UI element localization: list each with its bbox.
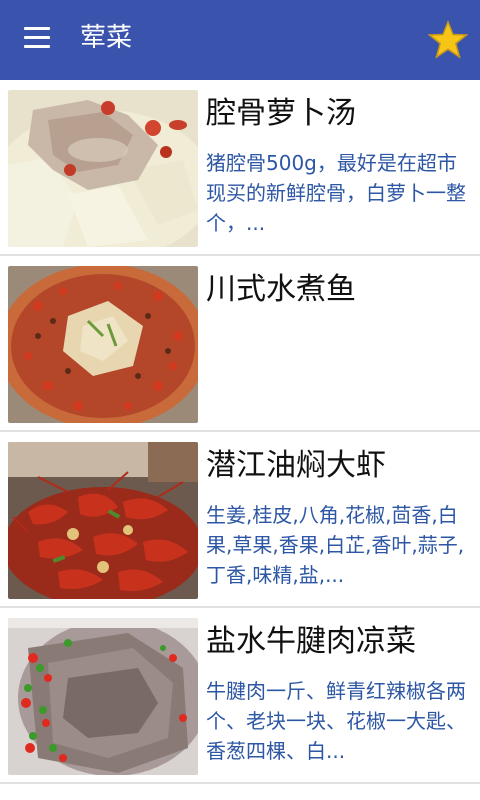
dish-description: 牛腱肉一斤、鲜青红辣椒各两个、老块一块、花椒一大匙、香葱四棵、白...: [206, 679, 466, 763]
dish-list: 腔骨萝卜汤 猪腔骨500g，最好是在超市现买的新鲜腔骨，白萝卜一整个，... 川…: [0, 80, 480, 784]
dish-image: [8, 90, 198, 247]
list-item[interactable]: 腔骨萝卜汤 猪腔骨500g，最好是在超市现买的新鲜腔骨，白萝卜一整个，...: [0, 80, 480, 256]
dish-name: 盐水牛腱肉凉菜: [206, 624, 416, 659]
dish-name: 潜江油焖大虾: [206, 448, 386, 483]
list-item[interactable]: 盐水牛腱肉凉菜 牛腱肉一斤、鲜青红辣椒各两个、老块一块、花椒一大匙、香葱四棵、白…: [0, 608, 480, 784]
dish-image: [8, 618, 198, 775]
dish-image: [8, 266, 198, 423]
dish-description: [206, 324, 472, 420]
list-item[interactable]: 川式水煮鱼: [0, 256, 480, 432]
dish-name: 腔骨萝卜汤: [206, 96, 356, 131]
dish-description: 生姜,桂皮,八角,花椒,茴香,白果,草果,香果,白芷,香叶,蒜子,丁香,味精,盐…: [206, 503, 465, 587]
dish-image: [8, 442, 198, 599]
star-icon[interactable]: [427, 19, 469, 60]
list-item[interactable]: 潜江油焖大虾 生姜,桂皮,八角,花椒,茴香,白果,草果,香果,白芷,香叶,蒜子,…: [0, 432, 480, 608]
dish-name: 川式水煮鱼: [206, 272, 356, 307]
page-title: 荤菜: [80, 23, 133, 53]
dish-description: 猪腔骨500g，最好是在超市现买的新鲜腔骨，白萝卜一整个，...: [206, 151, 466, 235]
app-bar: 荤菜: [0, 0, 480, 80]
menu-icon[interactable]: [24, 27, 50, 49]
